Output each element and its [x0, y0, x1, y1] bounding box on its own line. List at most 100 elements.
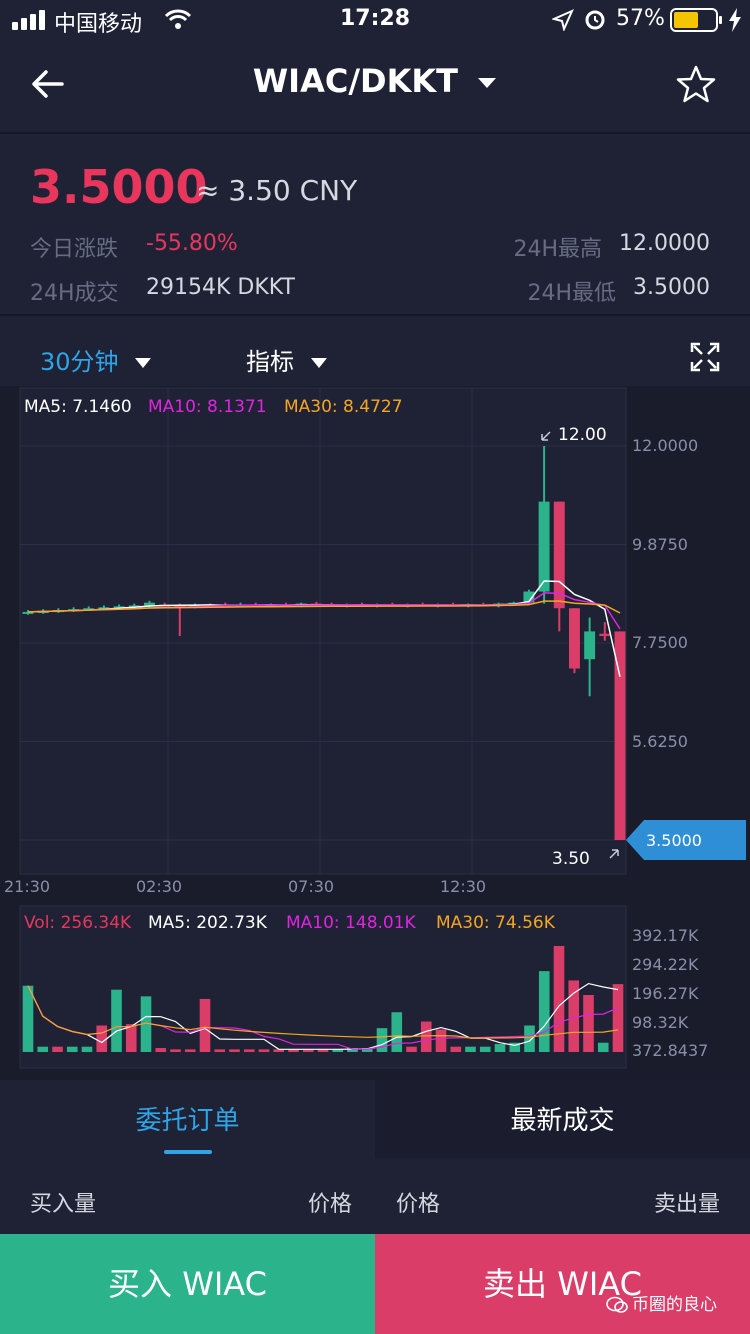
caret-down-icon: [478, 78, 497, 88]
volume-bar: [494, 1044, 506, 1052]
last-price: 3.5000: [30, 160, 208, 214]
volume-bar: [553, 945, 565, 1052]
chart-toolbar: 30分钟 指标: [0, 318, 750, 386]
change-value: -55.80%: [146, 231, 238, 256]
candle-body: [553, 501, 565, 609]
vol-ma5-legend: MA5: 202.73K: [148, 913, 268, 933]
x-tick-3: 07:30: [288, 877, 334, 896]
watermark: 币圈的良心: [606, 1290, 717, 1315]
x-tick-1: 21:30: [4, 877, 50, 896]
tab-orders-label: 委托订单: [135, 1106, 240, 1136]
vol-tick-3: 196.27K: [632, 984, 699, 1003]
volume-bar: [184, 1049, 196, 1052]
candle-body: [143, 602, 155, 606]
volume-bar: [22, 985, 34, 1052]
change-label: 今日涨跌: [30, 237, 119, 262]
volume-bar: [155, 1048, 167, 1052]
volume-bar: [243, 1049, 255, 1052]
interval-caret-icon: [135, 358, 152, 368]
watermark-text: 币圈的良心: [632, 1295, 717, 1315]
candle-body: [568, 608, 580, 669]
indicator-selector[interactable]: 指标: [246, 342, 328, 377]
tab-trades[interactable]: 最新成交: [375, 1080, 750, 1158]
volume-bar: [583, 995, 594, 1052]
signal-icon: [12, 10, 45, 30]
y-tick-2: 9.8750: [632, 535, 688, 554]
volume-bar: [450, 1046, 462, 1052]
price-header-right: 价格: [396, 1192, 441, 1217]
interval-label: 30分钟: [40, 348, 119, 376]
bottom-tabs: 委托订单 最新成交: [0, 1080, 750, 1158]
vol-ma10-legend: MA10: 148.01K: [286, 913, 417, 933]
sell-qty-header: 卖出量: [653, 1192, 720, 1217]
vol-tick-1: 392.17K: [632, 926, 699, 945]
vol-ma30-legend: MA30: 74.56K: [436, 913, 556, 933]
volume-bar: [111, 989, 122, 1052]
volume-bar: [435, 1029, 447, 1052]
location-icon: [552, 9, 574, 31]
volume-bar: [479, 1046, 491, 1052]
indicator-caret-icon: [310, 358, 327, 368]
ticker-summary: 3.5000 ≈ 3.50 CNY 今日涨跌 -55.80% 24H成交 291…: [0, 132, 750, 316]
vol-tick-2: 294.22K: [632, 955, 699, 974]
x-tick-4: 12:30: [440, 877, 486, 896]
volume-value: 29154K DKKT: [146, 275, 295, 300]
volume-bar: [391, 1012, 403, 1052]
volume-bar: [597, 1042, 609, 1052]
last-price-tag-text: 3.5000: [646, 831, 702, 850]
battery-percent: 57%: [616, 6, 665, 31]
high-value: 12.0000: [619, 231, 710, 256]
chart-area[interactable]: MA5: 7.1460 MA10: 8.1371 MA30: 8.4727 12…: [0, 386, 750, 1080]
battery-icon: [670, 8, 722, 32]
tab-active-indicator: [164, 1150, 212, 1154]
volume-bar: [214, 1049, 226, 1052]
volume-bar: [524, 1025, 535, 1052]
pair-selector[interactable]: WIAC/DKKT: [0, 62, 750, 100]
volume-bar: [125, 1024, 137, 1052]
volume-bar: [199, 998, 211, 1052]
tab-trades-label: 最新成交: [510, 1106, 615, 1136]
price-panel: [19, 387, 627, 875]
volume-bar: [465, 1046, 476, 1052]
fullscreen-icon[interactable]: [690, 342, 720, 372]
sell-button[interactable]: 卖出 WIAC: [375, 1234, 750, 1334]
volume-bar: [229, 1049, 240, 1052]
vol-tick-5: 372.8437: [632, 1041, 708, 1060]
y-tick-3: 7.7500: [632, 633, 688, 652]
order-book-header: 买入量 价格 价格 卖出量: [0, 1158, 750, 1234]
low-value: 3.5000: [633, 275, 710, 300]
wifi-icon: [164, 9, 192, 29]
volume-label: 24H成交: [30, 281, 119, 306]
vol-legend: Vol: 256.34K: [24, 913, 132, 933]
candle-body: [599, 633, 611, 637]
interval-selector[interactable]: 30分钟: [40, 342, 152, 377]
volume-bar: [66, 1046, 78, 1052]
cny-price: ≈ 3.50 CNY: [196, 174, 358, 207]
buy-button[interactable]: 买入 WIAC: [0, 1234, 375, 1334]
volume-bar: [420, 1021, 432, 1052]
ma10-legend: MA10: 8.1371: [148, 397, 267, 417]
chat-bubble-icon: [606, 1296, 628, 1313]
ma30-legend: MA30: 8.4727: [284, 397, 403, 417]
volume-bar: [406, 1046, 417, 1052]
volume-bar: [96, 1025, 108, 1052]
alarm-icon: [585, 10, 605, 30]
volume-bar: [376, 1028, 388, 1052]
volume-bar: [538, 971, 550, 1052]
volume-bar: [258, 1049, 270, 1052]
pair-title: WIAC/DKKT: [252, 62, 458, 100]
star-icon[interactable]: [676, 64, 716, 104]
high-label: 24H最高: [513, 237, 602, 262]
nav-bar: WIAC/DKKT: [0, 40, 750, 128]
ma5-legend: MA5: 7.1460: [24, 397, 132, 417]
volume-bar: [612, 984, 624, 1052]
buy-qty-header: 买入量: [30, 1192, 97, 1217]
candle-body: [584, 631, 596, 660]
indicator-label: 指标: [246, 348, 294, 376]
x-tick-2: 02:30: [136, 877, 182, 896]
volume-bar: [52, 1046, 63, 1052]
min-label: 3.50: [552, 849, 590, 869]
charging-icon: [729, 8, 741, 32]
volume-bar: [170, 1049, 181, 1052]
tab-orders[interactable]: 委托订单: [0, 1080, 375, 1158]
